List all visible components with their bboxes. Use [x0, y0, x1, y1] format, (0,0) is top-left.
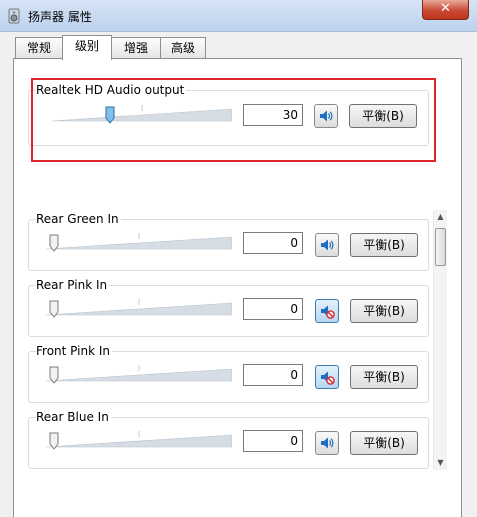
scroll-down-arrow-icon[interactable]: ▼	[434, 456, 447, 470]
channel-label: Rear Green In	[36, 212, 121, 226]
channel-volume-slider[interactable]	[46, 231, 232, 255]
channel-mute-button[interactable]	[315, 299, 339, 323]
channel-volume-slider[interactable]	[46, 429, 232, 453]
channel-mute-button[interactable]	[315, 233, 339, 257]
channel-volume-value[interactable]: 0	[243, 430, 303, 452]
speaker-volume-icon	[320, 110, 333, 122]
master-volume-slider[interactable]	[52, 103, 232, 127]
master-volume-value[interactable]: 30	[243, 104, 303, 126]
close-button[interactable]: ✕	[422, 0, 469, 20]
speaker-muted-icon	[321, 371, 335, 385]
tab-enhancements[interactable]: 增强	[111, 37, 161, 59]
window-title: 扬声器 属性	[28, 10, 92, 24]
channel-volume-slider[interactable]	[46, 297, 232, 321]
title-bar: 扬声器 属性 ✕	[0, 0, 477, 32]
channel-volume-value[interactable]: 0	[243, 298, 303, 320]
tab-general[interactable]: 常规	[15, 37, 63, 59]
speaker-volume-icon	[321, 437, 334, 449]
speaker-muted-icon	[321, 305, 335, 319]
scroll-up-arrow-icon[interactable]: ▲	[434, 210, 447, 224]
speaker-volume-icon	[321, 239, 334, 251]
speaker-icon	[8, 8, 20, 24]
master-balance-button[interactable]: 平衡(B)	[349, 104, 417, 128]
scroll-thumb[interactable]	[435, 228, 446, 266]
master-label: Realtek HD Audio output	[36, 83, 187, 97]
tab-levels[interactable]: 级别	[62, 35, 112, 60]
channel-label: Front Pink In	[36, 344, 112, 358]
channel-balance-button[interactable]: 平衡(B)	[350, 299, 418, 323]
channel-volume-value[interactable]: 0	[243, 232, 303, 254]
channel-volume-value[interactable]: 0	[243, 364, 303, 386]
channel-mute-button[interactable]	[315, 365, 339, 389]
master-mute-button[interactable]	[314, 104, 338, 128]
tab-advanced[interactable]: 高级	[160, 37, 206, 59]
channel-balance-button[interactable]: 平衡(B)	[350, 233, 418, 257]
channel-balance-button[interactable]: 平衡(B)	[350, 365, 418, 389]
channel-mute-button[interactable]	[315, 431, 339, 455]
channel-balance-button[interactable]: 平衡(B)	[350, 431, 418, 455]
channel-volume-slider[interactable]	[46, 363, 232, 387]
channel-label: Rear Blue In	[36, 410, 111, 424]
channel-list-scrollbar[interactable]: ▲ ▼	[433, 210, 447, 470]
channel-label: Rear Pink In	[36, 278, 110, 292]
